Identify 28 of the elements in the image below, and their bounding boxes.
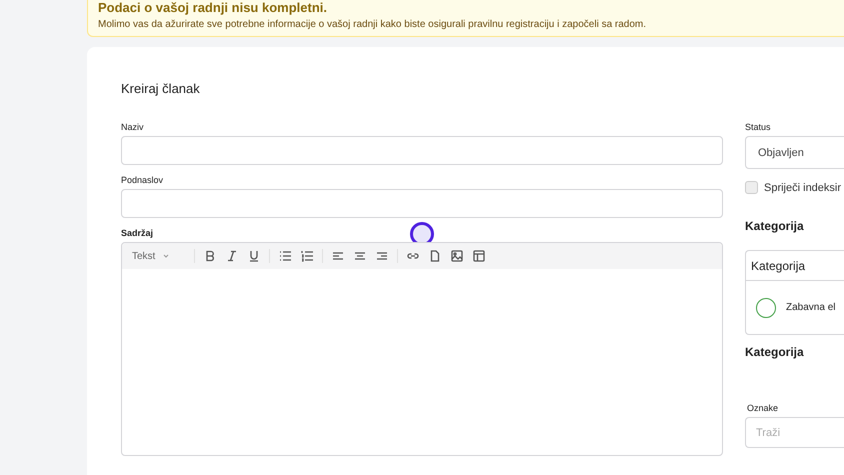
status-select[interactable]: Objavljen <box>745 136 844 169</box>
image-icon[interactable] <box>450 249 464 263</box>
field-label: Oznake <box>746 403 780 413</box>
chevron-icon <box>163 254 170 258</box>
underline-icon[interactable] <box>247 249 261 263</box>
document-icon[interactable] <box>428 249 442 263</box>
checkbox-label: Spriječi indeksir <box>764 182 842 194</box>
layout-icon[interactable] <box>472 249 486 263</box>
banner-message: Molimo vas da ažurirate sve potrebne informacije o vašoj radnji kako biste osigurali pravilnu registraciju i započeli sa radom. <box>98 19 648 30</box>
input-field[interactable] <box>121 189 723 218</box>
banner-title: Podaci o vašoj radnji nisu kompletni. <box>98 0 328 15</box>
section-heading: Kategorija <box>745 345 805 359</box>
italic-icon[interactable] <box>225 249 239 263</box>
format-dropdown[interactable]: Tekst <box>132 250 186 262</box>
panel-title: Kategorija <box>746 251 844 281</box>
option-label: Zabavna el <box>786 302 836 313</box>
form-title: Kreiraj članak <box>121 81 201 96</box>
bullet-list-icon[interactable] <box>278 249 292 263</box>
field-label: Naziv <box>121 122 145 132</box>
section-heading: Kategorija <box>745 219 805 233</box>
field-label: Podnaslov <box>121 175 164 185</box>
numbered-list-icon[interactable] <box>300 249 314 263</box>
field-label: Status <box>745 122 772 132</box>
radio-button[interactable] <box>756 298 776 318</box>
field-label: Sadržaj <box>121 228 154 238</box>
checkbox[interactable] <box>745 181 758 194</box>
rich-text-editor[interactable]: Tekst <box>121 242 723 456</box>
input-field[interactable] <box>121 136 723 165</box>
